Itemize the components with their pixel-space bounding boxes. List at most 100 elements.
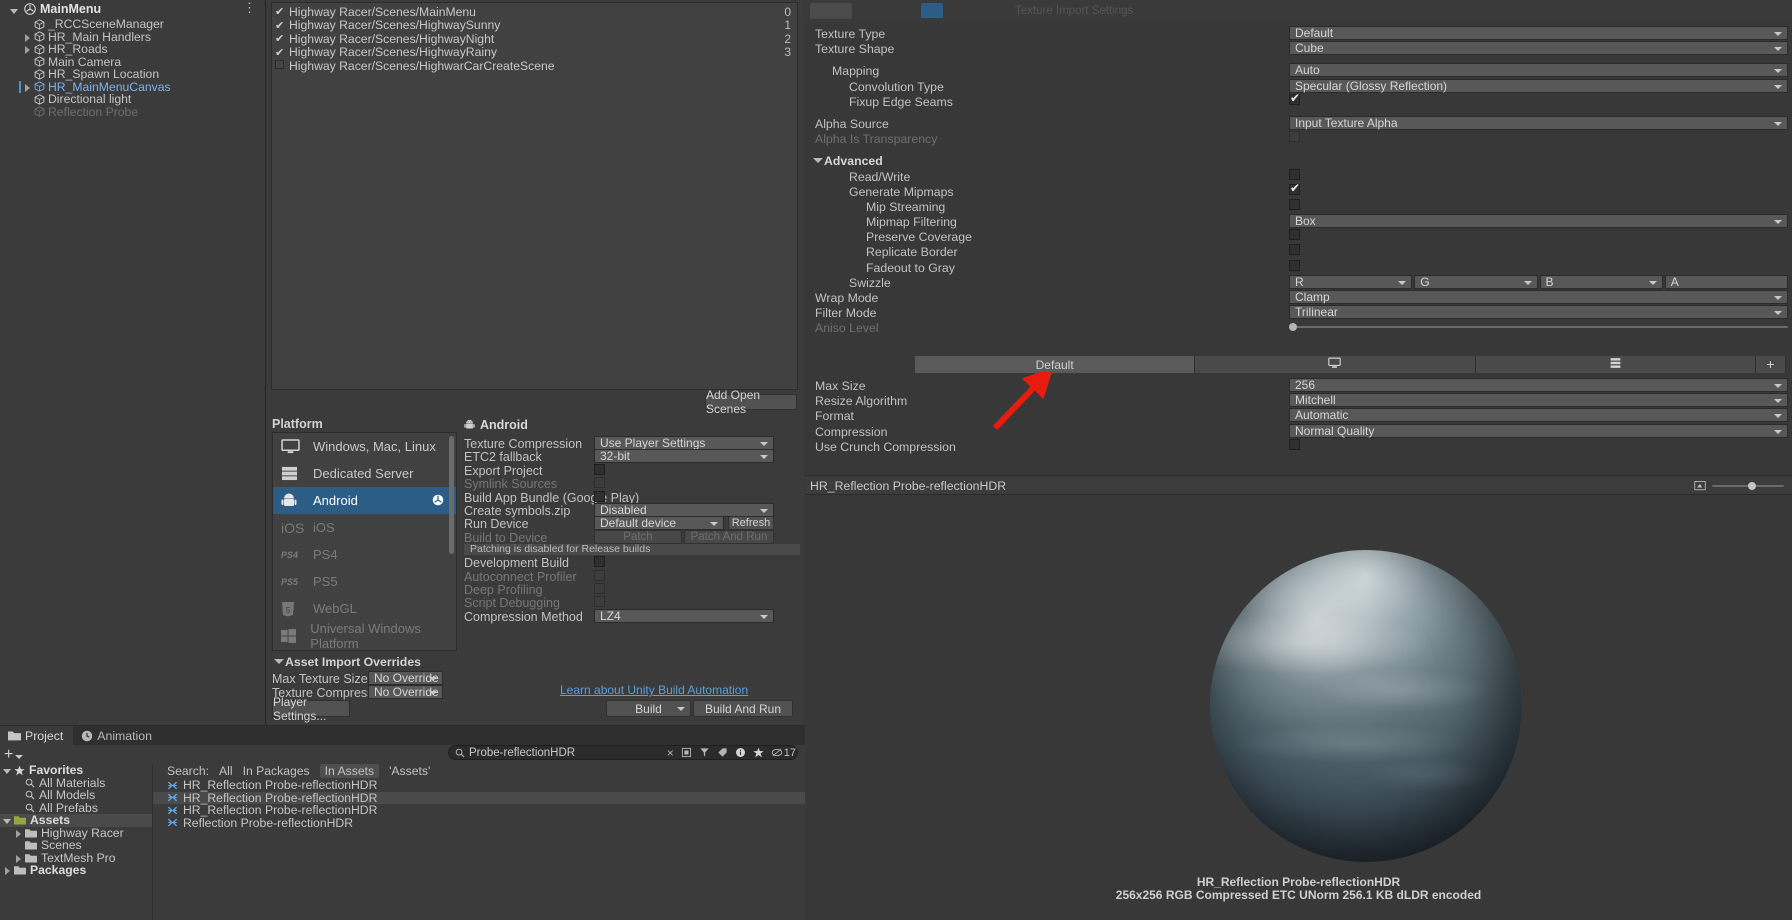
inspector-platform-tab-android-tab-icon[interactable]: [1475, 356, 1756, 373]
inspector-checkbox[interactable]: [1289, 181, 1300, 195]
scene-enabled-checkbox[interactable]: ✔: [275, 19, 289, 32]
cubemap-preview-sphere[interactable]: [1210, 550, 1522, 862]
inspector-popup[interactable]: Trilinear: [1289, 305, 1788, 320]
build-and-run-button[interactable]: Build And Run: [693, 700, 793, 717]
inspector-checkbox[interactable]: [1289, 131, 1300, 143]
chevron-right-icon[interactable]: [22, 44, 32, 55]
tab-animation[interactable]: Animation: [73, 726, 162, 745]
inspector-checkbox[interactable]: [1289, 259, 1300, 271]
scene-row[interactable]: Highway Racer/Scenes/HighwarCarCreateSce…: [272, 59, 797, 73]
chevron-right-icon[interactable]: [22, 82, 32, 92]
project-folder-tree[interactable]: Favorites All Materials All Models All Pref…: [0, 763, 152, 920]
save-search-icon[interactable]: [681, 747, 692, 758]
project-asset-list[interactable]: Search: All In Packages In Assets 'Assets' H…: [152, 764, 805, 920]
inspector-checkbox[interactable]: [1289, 168, 1300, 180]
scenes-in-build-list[interactable]: ✔ Highway Racer/Scenes/MainMenu 0 ✔ Highway …: [271, 2, 798, 390]
build-field-checkbox[interactable]: [594, 490, 605, 502]
build-field-checkbox[interactable]: [594, 569, 605, 581]
platform-list[interactable]: Windows, Mac, Linux Dedicated Server Andro…: [272, 432, 457, 651]
platform-item-webgl[interactable]: 5 WebGL: [273, 595, 456, 622]
preview-zoom-slider-handle[interactable]: [1748, 482, 1756, 490]
add-open-scenes-button[interactable]: Add Open Scenes: [705, 388, 797, 416]
patch-and-run-button[interactable]: Patch And Run: [684, 529, 774, 544]
inspector-checkbox[interactable]: [1289, 244, 1300, 256]
inspector-foldout[interactable]: Advanced: [811, 154, 883, 168]
inspector-popup[interactable]: Specular (Glossy Reflection): [1289, 78, 1788, 93]
asset-list-item[interactable]: Reflection Probe-reflectionHDR: [153, 816, 805, 830]
platform-list-scrollbar[interactable]: [449, 436, 454, 554]
inspector-checkbox[interactable]: [1289, 229, 1300, 241]
preview-zoom-slider[interactable]: [1712, 482, 1784, 490]
inspector-platform-popup[interactable]: Normal Quality: [1289, 423, 1788, 438]
build-field-checkbox[interactable]: [594, 477, 605, 489]
build-field-popup[interactable]: Use Player Settings: [594, 436, 774, 450]
project-tree-item-highway-racer[interactable]: Highway Racer: [0, 826, 152, 840]
learn-build-automation-link[interactable]: Learn about Unity Build Automation: [560, 683, 748, 697]
scene-row[interactable]: ✔ Highway Racer/Scenes/MainMenu 0: [272, 5, 797, 19]
filter-icon[interactable]: [699, 747, 710, 758]
build-field-popup[interactable]: Default device: [594, 516, 724, 531]
refresh-device-button[interactable]: Refresh: [728, 516, 774, 531]
project-tree-item-all-materials[interactable]: All Materials: [0, 776, 152, 790]
search-filter-all[interactable]: All: [219, 764, 233, 778]
inspector-popup[interactable]: Input Texture Alpha: [1289, 115, 1788, 130]
chevron-icon[interactable]: [13, 828, 23, 838]
swizzle-channel-a[interactable]: A: [1664, 274, 1788, 289]
asset-import-overrides-header[interactable]: Asset Import Overrides: [272, 655, 572, 670]
hierarchy-item-directional-light[interactable]: Directional light: [0, 92, 265, 106]
favorite-star-icon[interactable]: [753, 747, 764, 758]
scene-enabled-checkbox[interactable]: ✔: [275, 46, 289, 59]
project-tree-item-scenes[interactable]: Scenes: [0, 838, 152, 852]
inspector-popup[interactable]: Auto: [1289, 63, 1788, 78]
search-filter--assets-[interactable]: 'Assets': [389, 764, 430, 778]
swizzle-channel-b[interactable]: B: [1539, 274, 1663, 289]
player-settings-button[interactable]: Player Settings...: [272, 695, 350, 723]
platform-item-ios[interactable]: iOS iOS: [273, 514, 456, 541]
hierarchy-menu-icon[interactable]: ⋮: [243, 0, 257, 16]
build-field-popup[interactable]: Disabled: [594, 502, 774, 517]
inspector-popup[interactable]: Cube: [1289, 41, 1788, 56]
scene-row[interactable]: ✔ Highway Racer/Scenes/HighwayRainy 3: [272, 45, 797, 59]
inspector-platform-checkbox[interactable]: [1289, 438, 1300, 450]
platform-item-ps5[interactable]: PS5 PS5: [273, 568, 456, 595]
project-tree-item-assets[interactable]: Assets: [0, 813, 152, 827]
asset-list-item[interactable]: HR_Reflection Probe-reflectionHDR: [153, 803, 805, 817]
hierarchy-item-hr-roads[interactable]: HR_Roads: [0, 42, 265, 56]
inspector-popup[interactable]: Box: [1289, 214, 1788, 229]
scene-enabled-checkbox[interactable]: ✔: [275, 32, 289, 45]
inspector-popup[interactable]: Default: [1289, 26, 1788, 40]
swizzle-channel-r[interactable]: R: [1289, 274, 1413, 289]
project-create-button[interactable]: +: [4, 746, 24, 762]
inspector-platform-tab-default[interactable]: Default: [915, 356, 1196, 373]
project-tree-item-textmesh-pro[interactable]: TextMesh Pro: [0, 851, 152, 865]
tag-icon[interactable]: [717, 747, 728, 758]
info-icon[interactable]: [735, 747, 746, 758]
preview-fullscreen-icon[interactable]: [1694, 480, 1706, 492]
aniso-slider-handle[interactable]: [1289, 323, 1297, 332]
project-tree-item-all-models[interactable]: All Models: [0, 788, 152, 802]
chevron-icon[interactable]: [2, 765, 12, 775]
inspector-popup[interactable]: Clamp: [1289, 290, 1788, 304]
inspector-platform-popup[interactable]: Automatic: [1289, 408, 1788, 423]
chevron-icon[interactable]: [2, 865, 12, 876]
inspector-platform-popup[interactable]: 256: [1289, 378, 1788, 392]
project-tree-item-all-prefabs[interactable]: All Prefabs: [0, 801, 152, 815]
project-tree-item-packages[interactable]: Packages: [0, 863, 152, 877]
swizzle-channel-g[interactable]: G: [1414, 274, 1538, 289]
build-field-checkbox[interactable]: [594, 582, 605, 594]
inspector-checkbox[interactable]: [1289, 198, 1300, 210]
scene-enabled-checkbox[interactable]: ✔: [275, 5, 289, 18]
patch-button[interactable]: Patch: [594, 529, 682, 544]
build-field-checkbox[interactable]: [594, 556, 605, 568]
hierarchy-item-hr-spawn-location[interactable]: HR_Spawn Location: [0, 67, 265, 81]
aniso-slider[interactable]: [1289, 323, 1788, 332]
platform-item-universal-windows-platform[interactable]: Universal Windows Platform: [273, 621, 456, 650]
hierarchy-item-hr-mainmenucanvas[interactable]: HR_MainMenuCanvas: [0, 80, 265, 94]
asset-list-item[interactable]: HR_Reflection Probe-reflectionHDR: [153, 791, 805, 805]
search-clear-icon[interactable]: ×: [667, 746, 674, 760]
project-tree-item-favorites[interactable]: Favorites: [0, 763, 152, 777]
scene-enabled-checkbox[interactable]: [275, 59, 289, 72]
inspector-checkbox[interactable]: [1289, 91, 1300, 105]
scene-row[interactable]: ✔ Highway Racer/Scenes/HighwayNight 2: [272, 32, 797, 46]
search-filter-in-assets[interactable]: In Assets: [319, 764, 380, 778]
